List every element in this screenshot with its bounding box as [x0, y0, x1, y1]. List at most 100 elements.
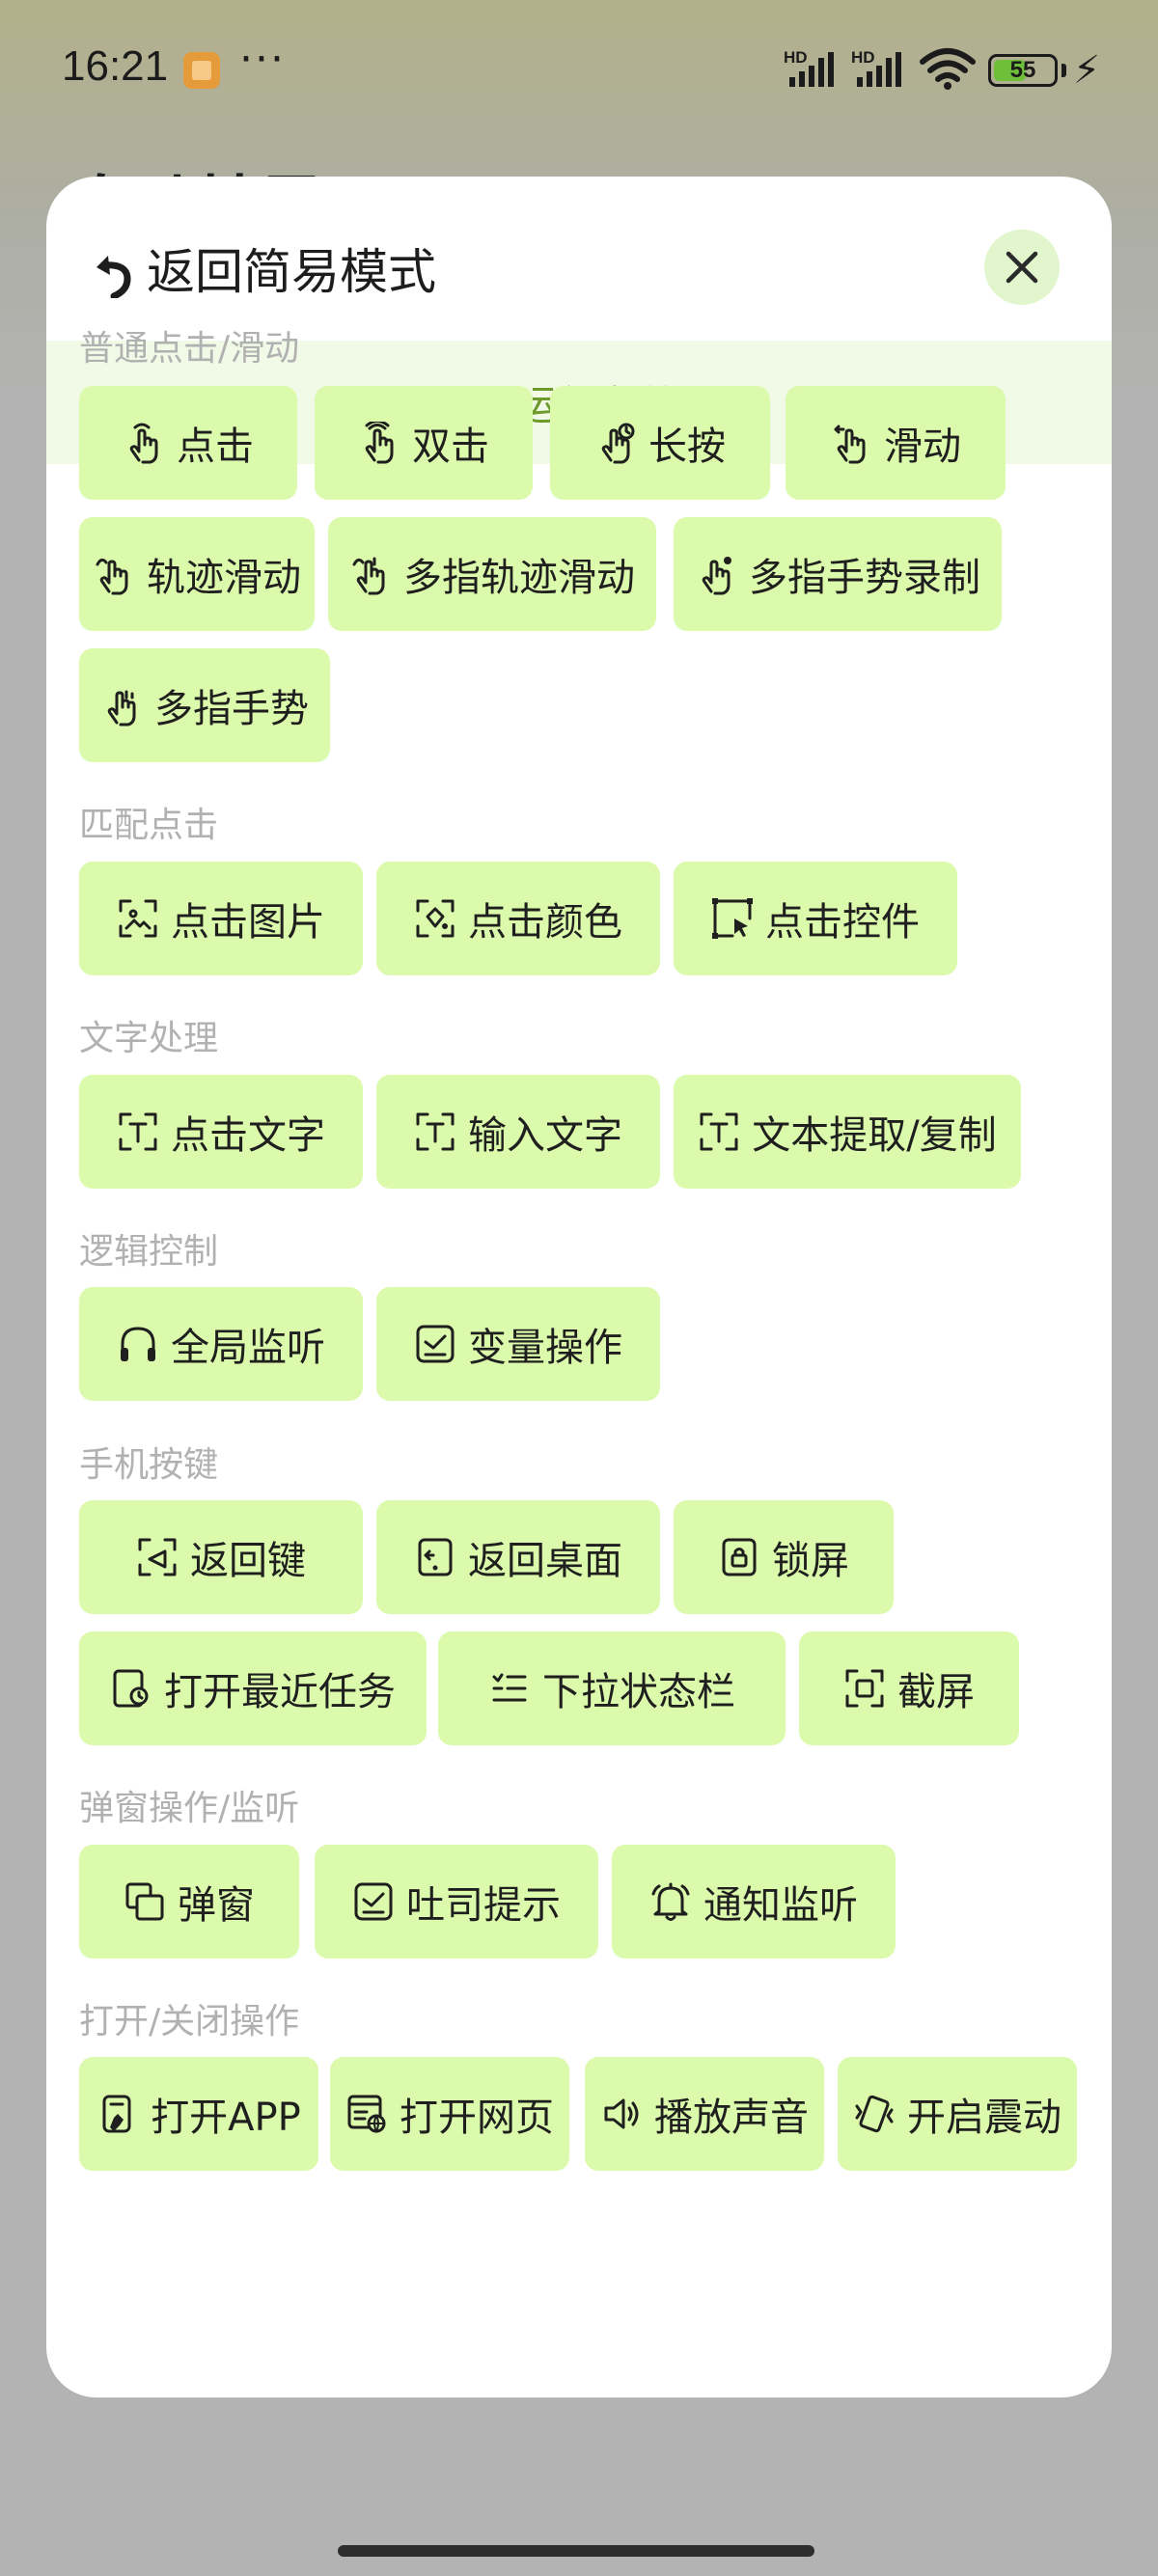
action-chip-open-app[interactable]: 打开APP — [79, 2057, 318, 2171]
open-app-icon — [102, 2095, 131, 2133]
back-key-icon — [138, 1538, 177, 1576]
action-chip-text-extract[interactable]: 文本提取/复制 — [674, 1075, 1021, 1189]
action-chip-multi-trace-swipe[interactable]: 多指轨迹滑动 — [328, 517, 656, 631]
action-chip-long-press[interactable]: 长按 — [550, 386, 770, 500]
action-chip-label: 返回键 — [190, 1539, 306, 1583]
action-chip-label: 开启震动 — [907, 2096, 1062, 2140]
action-chip-label: 多指手势录制 — [749, 556, 980, 600]
action-chip-home-key[interactable]: 返回桌面 — [376, 1500, 660, 1614]
action-chip-label: 截屏 — [897, 1670, 975, 1714]
action-chip-gesture-record[interactable]: 多指手势录制 — [674, 517, 1002, 631]
popup-window-icon — [125, 1882, 164, 1921]
action-chip-widget-cursor[interactable]: 点击控件 — [674, 862, 957, 975]
section-label: 逻辑控制 — [79, 1232, 219, 1272]
action-chip-text-scan[interactable]: 点击文字 — [79, 1075, 363, 1189]
action-chip-label: 打开最近任务 — [164, 1670, 396, 1714]
action-chip-label: 长按 — [648, 425, 726, 469]
action-chip-variable-check[interactable]: 变量操作 — [376, 1287, 660, 1401]
gesture-record-icon — [702, 557, 731, 595]
action-chip-trace-swipe[interactable]: 轨迹滑动 — [79, 517, 315, 631]
battery-level: 55 — [1009, 57, 1036, 83]
tap-icon — [129, 423, 158, 464]
section-label: 文字处理 — [79, 1019, 219, 1058]
action-chip-label: 弹窗 — [178, 1883, 255, 1928]
action-chip-label: 打开网页 — [400, 2096, 554, 2140]
section-label: 手机按键 — [79, 1445, 219, 1485]
action-chip-toast-check[interactable]: 吐司提示 — [315, 1845, 598, 1959]
section-label: 普通点击/滑动 — [79, 329, 300, 369]
lock-screen-icon — [722, 1538, 757, 1576]
double-tap-icon — [365, 422, 394, 464]
action-chip-text-input[interactable]: 输入文字 — [376, 1075, 660, 1189]
action-chip-label: 全局监听 — [171, 1326, 325, 1370]
status-bar-list-icon — [492, 1673, 527, 1702]
action-picker-sheet: 返回简易模式 设置运行条件 普通点击/滑动点击双击长按滑动轨迹滑动多指轨迹滑动多… — [46, 177, 1112, 2398]
section-label: 打开/关闭操作 — [79, 2002, 300, 2042]
screenshot-icon — [845, 1669, 884, 1708]
charging-bolt-icon: ⚡ — [1073, 48, 1101, 93]
section-label: 弹窗操作/监听 — [79, 1789, 300, 1828]
variable-check-icon — [416, 1325, 455, 1363]
long-press-icon — [601, 423, 635, 464]
action-chip-headphones[interactable]: 全局监听 — [79, 1287, 363, 1401]
action-chip-label: 滑动 — [884, 425, 961, 469]
action-chip-label: 点击 — [177, 425, 254, 469]
toast-check-icon — [354, 1882, 393, 1921]
headphones-icon — [121, 1327, 155, 1361]
action-chip-label: 锁屏 — [772, 1539, 849, 1583]
action-chip-back-key[interactable]: 返回键 — [79, 1500, 363, 1614]
recent-tasks-icon — [113, 1669, 149, 1708]
color-scan-icon — [416, 899, 455, 938]
action-chip-tap[interactable]: 点击 — [79, 386, 297, 500]
action-chip-label: 下拉状态栏 — [542, 1670, 735, 1714]
action-chip-label: 点击图片 — [171, 900, 325, 945]
text-scan-icon — [119, 1112, 157, 1151]
action-chip-status-bar-list[interactable]: 下拉状态栏 — [438, 1631, 786, 1745]
battery-tip — [1062, 64, 1066, 77]
notification-app-icon — [183, 52, 220, 89]
action-chip-image-scan[interactable]: 点击图片 — [79, 862, 363, 975]
action-chip-double-tap[interactable]: 双击 — [315, 386, 533, 500]
multi-trace-swipe-icon — [352, 557, 385, 595]
action-chip-label: 文本提取/复制 — [752, 1113, 997, 1158]
action-chip-popup-window[interactable]: 弹窗 — [79, 1845, 299, 1959]
action-chip-label: 通知监听 — [703, 1883, 858, 1928]
action-chip-bell[interactable]: 通知监听 — [612, 1845, 896, 1959]
action-chip-screenshot[interactable]: 截屏 — [799, 1631, 1019, 1745]
action-chip-label: 轨迹滑动 — [147, 556, 301, 600]
action-chip-label: 点击颜色 — [468, 900, 622, 945]
vibrate-icon — [855, 2095, 894, 2133]
status-time: 16:21 — [62, 42, 169, 90]
swipe-icon — [834, 425, 866, 464]
speaker-icon — [604, 2098, 639, 2129]
back-to-simple-mode[interactable]: 返回简易模式 — [147, 242, 436, 302]
wifi-icon — [920, 48, 976, 90]
widget-cursor-icon — [712, 898, 753, 939]
sheet-header: 返回简易模式 — [46, 177, 1112, 341]
action-chip-recent-tasks[interactable]: 打开最近任务 — [79, 1631, 427, 1745]
status-bar: 16:21 ··· HD HD 55 ⚡ — [0, 0, 1158, 140]
action-chip-vibrate[interactable]: 开启震动 — [838, 2057, 1077, 2171]
signal-2-icon — [857, 52, 901, 87]
action-chip-label: 打开APP — [151, 2096, 301, 2140]
action-chip-label: 多指轨迹滑动 — [403, 556, 635, 600]
open-webpage-icon — [347, 2095, 386, 2134]
action-chip-label: 返回桌面 — [468, 1539, 622, 1583]
action-chip-swipe[interactable]: 滑动 — [786, 386, 1006, 500]
action-chip-lock-screen[interactable]: 锁屏 — [674, 1500, 894, 1614]
section-label: 匹配点击 — [79, 806, 219, 845]
undo-arrow-icon[interactable] — [95, 248, 135, 298]
close-button[interactable] — [984, 230, 1060, 305]
battery-icon: 55 — [988, 54, 1058, 87]
action-chip-color-scan[interactable]: 点击颜色 — [376, 862, 660, 975]
bell-icon — [651, 1882, 690, 1921]
action-chip-label: 双击 — [412, 425, 489, 469]
text-extract-icon — [700, 1112, 738, 1151]
action-chip-multi-gesture[interactable]: 多指手势 — [79, 648, 330, 762]
home-indicator[interactable] — [338, 2545, 814, 2557]
action-chip-open-webpage[interactable]: 打开网页 — [330, 2057, 569, 2171]
action-chip-speaker[interactable]: 播放声音 — [585, 2057, 824, 2171]
signal-1-icon — [789, 52, 834, 87]
action-chip-label: 输入文字 — [468, 1113, 622, 1158]
trace-swipe-icon — [96, 558, 128, 595]
